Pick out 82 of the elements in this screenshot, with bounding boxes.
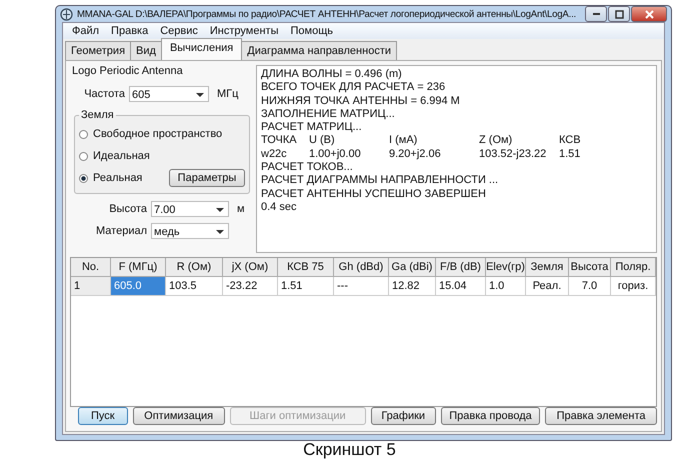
parameters-button[interactable]: Параметры	[169, 169, 245, 187]
log-cell-text: I (мА)	[389, 134, 418, 148]
log-cell-text: 103.52-j23.22	[479, 148, 548, 162]
table-cell[interactable]: 7.0	[569, 277, 611, 296]
maximize-icon	[614, 10, 624, 18]
column-header[interactable]: F/B (dB)	[436, 258, 486, 277]
log-cell-text: 1.00+j0.00	[309, 148, 362, 162]
table-cell[interactable]: Реал.	[526, 277, 569, 296]
action-button[interactable]: Правка провода	[440, 407, 540, 425]
table-cell[interactable]: -23.22	[223, 277, 278, 296]
column-header[interactable]: Elev(гр)	[486, 258, 526, 277]
minimize-button[interactable]	[585, 6, 607, 22]
antenna-name: Logo Periodic Antenna	[72, 65, 184, 77]
tab[interactable]: Геометрия	[65, 41, 132, 60]
frequency-label: Частота	[83, 88, 125, 100]
table-cell[interactable]: 1	[71, 277, 111, 296]
log-cell: КСВ	[559, 134, 581, 148]
radio-label[interactable]: Свободное пространство	[93, 128, 222, 140]
log-cell: 1.51	[559, 148, 580, 162]
menu-item[interactable]: Сервис	[155, 25, 205, 37]
unit-label: м	[237, 203, 245, 215]
log-line: 0.4 sec	[261, 200, 298, 214]
log-line: РАСЧЕТ АНТЕННЫ УСПЕШНО ЗАВЕРШЕН	[261, 188, 487, 201]
action-button[interactable]: Правка элемента	[545, 407, 658, 425]
log-line: НИЖНЯЯ ТОЧКА АНТЕННЫ = 6.994 M	[261, 94, 461, 108]
column-header[interactable]: Земля	[526, 258, 569, 277]
menu-item[interactable]: Файл	[67, 25, 106, 37]
table-cell[interactable]: 12.82	[389, 277, 436, 296]
column-header[interactable]: КСВ 75	[278, 258, 334, 277]
height-dropdown[interactable]: 7.00	[151, 201, 229, 217]
menu-item[interactable]: Инструменты	[204, 25, 286, 37]
log-line: ЗАПОЛНЕНИЕ МАТРИЦ...	[261, 108, 396, 122]
log-cell-text: 9.20+j2.06	[389, 148, 442, 162]
table-cell[interactable]: 605.0	[111, 277, 166, 296]
column-header[interactable]: Поляр.	[611, 258, 656, 277]
radio-button[interactable]	[79, 130, 88, 138]
tab[interactable]: Вычисления	[160, 38, 242, 60]
log-cell-text: U (B)	[309, 134, 336, 148]
material-label: Материал	[95, 225, 147, 237]
column-header[interactable]: Gh (dBd)	[334, 258, 389, 277]
material-dropdown[interactable]: медь	[151, 223, 229, 239]
column-header[interactable]: Ga (dBi)	[389, 258, 436, 277]
table-cell[interactable]: гориз.	[611, 277, 656, 296]
action-button[interactable]: Пуск	[78, 407, 128, 425]
window-title: MMANA-GAL D:\ВАЛЕРА\Программы по радио\РАСЧЕТ АНТЕНН\Расчет логопериодической антенны\LogAnt\LogA...	[77, 8, 578, 20]
log-cell-text: Z (Ом)	[479, 134, 514, 148]
minimize-icon	[592, 13, 600, 15]
close-icon	[644, 10, 654, 18]
menu-item[interactable]: Помощь	[285, 25, 340, 37]
column-header[interactable]: F (МГц)	[111, 258, 166, 277]
log-cell-text: w22c	[261, 148, 288, 162]
column-header[interactable]: No.	[71, 258, 111, 277]
table-cell[interactable]: 103.5	[166, 277, 223, 296]
log-line: ВСЕГО ТОЧЕК ДЛЯ РАСЧЕТА = 236	[261, 81, 446, 95]
height-label: Высота	[108, 203, 147, 215]
table-cell[interactable]: 1.0	[486, 277, 526, 296]
action-button[interactable]: Графики	[370, 407, 436, 425]
log-line: ДЛИНА ВОЛНЫ = 0.496 (m)	[261, 68, 403, 82]
tab[interactable]: Диаграмма направленности	[241, 41, 398, 60]
log-line: РАСЧЕТ ТОКОВ...	[261, 161, 354, 174]
maximize-button[interactable]	[608, 6, 630, 22]
table-cell[interactable]: 15.04	[436, 277, 486, 296]
frequency-dropdown[interactable]: 605	[129, 86, 209, 102]
column-header[interactable]: R (Ом)	[166, 258, 223, 277]
column-header[interactable]: jX (Ом)	[223, 258, 278, 277]
radio-button[interactable]	[79, 174, 88, 182]
radio-label[interactable]: Идеальная	[93, 150, 150, 162]
table-cell[interactable]: ---	[334, 277, 389, 296]
log-line: РАСЧЕТ ДИАГРАММЫ НАПРАВЛЕННОСТИ ...	[261, 174, 500, 188]
column-header[interactable]: Высота	[569, 258, 611, 277]
tab[interactable]: Вид	[130, 41, 162, 60]
caption: Скриншот 5	[302, 440, 397, 460]
menu-item[interactable]: Правка	[106, 25, 156, 37]
log-line: РАСЧЕТ МАТРИЦ...	[261, 121, 363, 134]
radio-button[interactable]	[79, 152, 88, 160]
close-button[interactable]	[631, 6, 667, 22]
radio-label[interactable]: Реальная	[93, 172, 142, 184]
group-label: Земля	[80, 109, 115, 121]
unit-label: МГц	[217, 88, 238, 100]
log-cell-text: ТОЧКА	[261, 134, 298, 148]
action-button[interactable]: Оптимизация	[132, 407, 225, 425]
table-cell[interactable]: 1.51	[278, 277, 334, 296]
